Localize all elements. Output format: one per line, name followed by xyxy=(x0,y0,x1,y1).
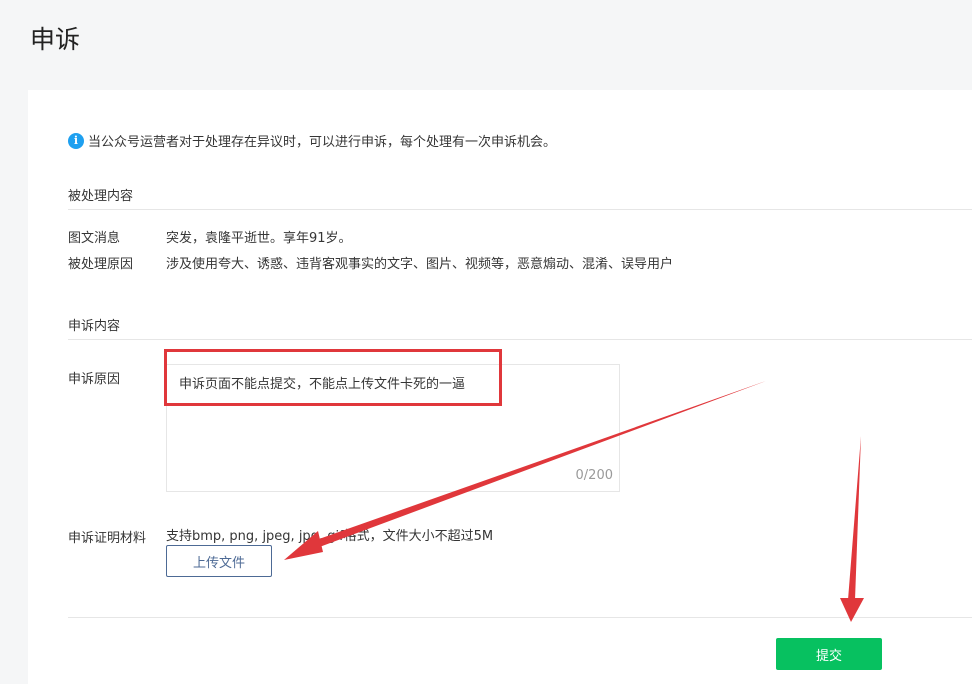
upload-file-button[interactable]: 上传文件 xyxy=(166,545,272,577)
page-title: 申诉 xyxy=(30,25,81,54)
processed-reason-label: 被处理原因 xyxy=(68,257,134,272)
annotation-highlight-box xyxy=(164,349,502,406)
processed-reason-value: 涉及使用夸大、诱惑、违背客观事实的文字、图片、视频等，恶意煽动、混淆、误导用户 xyxy=(166,257,674,272)
appeal-reason-label: 申诉原因 xyxy=(68,372,121,387)
info-icon: i xyxy=(68,132,84,149)
notice: i 当公众号运营者对于处理存在异议时，可以进行申诉，每个处理有一次申诉机会。 xyxy=(68,131,556,150)
appeal-content-heading: 申诉内容 xyxy=(68,319,121,334)
upload-hint: 支持bmp, png, jpeg, jpg, gif格式，文件大小不超过5M xyxy=(166,529,494,544)
divider xyxy=(68,339,972,340)
divider xyxy=(68,209,972,210)
notice-text: 当公众号运营者对于处理存在异议时，可以进行申诉，每个处理有一次申诉机会。 xyxy=(88,135,557,150)
submit-button[interactable]: 提交 xyxy=(776,638,882,670)
article-label: 图文消息 xyxy=(68,231,121,246)
evidence-label: 申诉证明材料 xyxy=(68,531,147,546)
appeal-panel: i 当公众号运营者对于处理存在异议时，可以进行申诉，每个处理有一次申诉机会。 被… xyxy=(28,90,972,684)
char-counter: 0/200 xyxy=(575,468,613,483)
article-value: 突发，袁隆平逝世。享年91岁。 xyxy=(166,231,352,246)
processed-content-heading: 被处理内容 xyxy=(68,189,134,204)
divider xyxy=(68,617,972,618)
